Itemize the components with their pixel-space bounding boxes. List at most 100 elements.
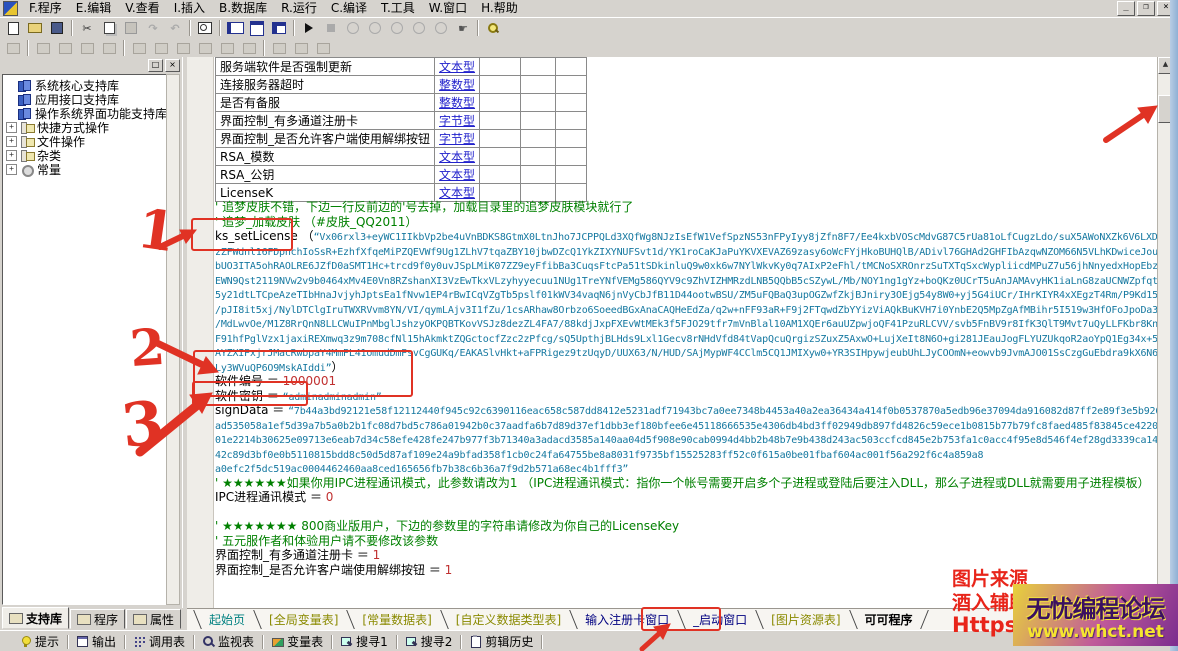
redo-button[interactable]: ↷ (143, 19, 163, 37)
menu-item-8[interactable]: T.工具 (374, 1, 422, 16)
sidebar-item-4[interactable]: + 快捷方式操作 (3, 120, 169, 135)
doc-tab-4[interactable]: [自定义数据类型表] (444, 609, 573, 630)
constant-name-cell[interactable]: 界面控制_有多通道注册卡 (214, 111, 436, 130)
open-file-button[interactable] (25, 19, 45, 37)
empty-cell[interactable] (555, 147, 588, 166)
empty-cell[interactable] (520, 129, 557, 148)
layout-left-button[interactable] (225, 19, 245, 37)
doc-tab-3[interactable]: [常量数据表] (350, 609, 443, 630)
expand-icon[interactable]: + (6, 135, 17, 147)
table-row[interactable]: RSA_模数 文本型 (214, 147, 588, 166)
constant-name-cell[interactable]: 是否有备服 (214, 93, 436, 112)
save-button[interactable] (47, 19, 67, 37)
find-window-button[interactable] (195, 19, 215, 37)
table-row[interactable]: RSA_公钥 文本型 (214, 165, 588, 184)
constant-type-cell[interactable]: 整数型 (434, 93, 481, 112)
table-row[interactable]: 服务端软件是否强制更新 文本型 (214, 57, 588, 76)
empty-cell[interactable] (555, 129, 588, 148)
constant-name-cell[interactable]: RSA_模数 (214, 147, 436, 166)
sidebar-item-5[interactable]: + 文件操作 (3, 134, 169, 149)
menu-item-9[interactable]: W.窗口 (422, 1, 474, 16)
bottom-tool-变量表[interactable]: 变量表 (266, 633, 329, 650)
empty-cell[interactable] (479, 183, 522, 202)
constant-type-cell[interactable]: 整数型 (434, 75, 481, 94)
empty-cell[interactable] (555, 93, 588, 112)
empty-cell[interactable] (479, 129, 522, 148)
restore-button[interactable]: ❐ (1137, 1, 1155, 16)
debug-button-1[interactable] (343, 19, 363, 37)
bottom-tool-搜寻2[interactable]: 搜寻2 (400, 633, 459, 650)
empty-cell[interactable] (555, 111, 588, 130)
empty-cell[interactable] (555, 183, 588, 202)
debug-button-2[interactable] (365, 19, 385, 37)
debug-button-3[interactable] (387, 19, 407, 37)
expand-icon[interactable]: + (6, 149, 17, 161)
sidebar-item-6[interactable]: + 杂类 (3, 148, 169, 163)
menu-item-4[interactable]: I.插入 (167, 1, 212, 16)
cut-button[interactable]: ✂ (77, 19, 97, 37)
constant-name-cell[interactable]: 服务端软件是否强制更新 (214, 57, 436, 76)
menu-item-10[interactable]: H.帮助 (474, 1, 525, 16)
empty-cell[interactable] (479, 165, 522, 184)
empty-cell[interactable] (520, 165, 557, 184)
constant-type-cell[interactable]: 文本型 (434, 183, 481, 202)
sidebar-item-7[interactable]: + 常量 (3, 162, 169, 177)
empty-cell[interactable] (479, 111, 522, 130)
constant-name-cell[interactable]: LicenseK (214, 183, 436, 202)
debug-button-5[interactable] (431, 19, 451, 37)
bottom-tool-输出[interactable]: 输出 (71, 633, 122, 650)
layout-top-button[interactable] (247, 19, 267, 37)
table-row[interactable]: 界面控制_有多通道注册卡 字节型 (214, 111, 588, 130)
bottom-tool-提示[interactable]: 提示 (14, 633, 65, 650)
doc-tab-6[interactable]: _启动窗口 (681, 609, 759, 630)
empty-cell[interactable] (479, 75, 522, 94)
constant-type-cell[interactable]: 文本型 (434, 57, 481, 76)
stop-button[interactable] (321, 19, 341, 37)
copy-button[interactable] (99, 19, 119, 37)
bottom-tool-剪辑历史[interactable]: 剪辑历史 (464, 633, 539, 650)
menu-item-3[interactable]: V.查看 (118, 1, 166, 16)
menu-item-7[interactable]: C.编译 (324, 1, 374, 16)
doc-tab-8[interactable]: 可可程序 (853, 609, 925, 630)
doc-tab-2[interactable]: [全局变量表] (257, 609, 350, 630)
empty-cell[interactable] (520, 147, 557, 166)
tree-scrollbar[interactable] (166, 74, 180, 605)
table-row[interactable]: LicenseK 文本型 (214, 183, 588, 202)
minimize-button[interactable]: _ (1117, 1, 1135, 16)
menu-item-6[interactable]: R.运行 (274, 1, 324, 16)
doc-tab-5[interactable]: 输入注册卡窗口 (573, 609, 681, 630)
search-button[interactable] (483, 19, 503, 37)
layout-grid-button[interactable] (269, 19, 289, 37)
undo-button[interactable]: ↶ (165, 19, 185, 37)
empty-cell[interactable] (520, 111, 557, 130)
empty-cell[interactable] (555, 57, 588, 76)
debug-button-4[interactable] (409, 19, 429, 37)
table-row[interactable]: 是否有备服 整数型 (214, 93, 588, 112)
empty-cell[interactable] (520, 183, 557, 202)
sidebar-tab-属性[interactable]: 属性 (126, 609, 182, 629)
run-button[interactable] (299, 19, 319, 37)
doc-tab-7[interactable]: [图片资源表] (759, 609, 852, 630)
bottom-tool-监视表[interactable]: 监视表 (197, 633, 260, 650)
empty-cell[interactable] (520, 93, 557, 112)
panel-close-icon[interactable]: × (165, 59, 180, 72)
doc-tab-1[interactable]: 起始页 (197, 609, 257, 630)
empty-cell[interactable] (520, 75, 557, 94)
constant-name-cell[interactable]: RSA_公钥 (214, 165, 436, 184)
empty-cell[interactable] (479, 147, 522, 166)
empty-cell[interactable] (520, 57, 557, 76)
expand-icon[interactable]: + (6, 121, 17, 133)
menu-item-1[interactable]: F.程序 (22, 1, 69, 16)
empty-cell[interactable] (479, 57, 522, 76)
code-lines[interactable]: ' 追梦皮肤不错，下边一行反前边的'号去掉，加载目录里的追梦皮肤模块就行了 ' 追… (215, 200, 1157, 577)
paste-button[interactable] (121, 19, 141, 37)
table-row[interactable]: 连接服务器超时 整数型 (214, 75, 588, 94)
table-row[interactable]: 界面控制_是否允许客户端使用解绑按钮 字节型 (214, 129, 588, 148)
constant-type-cell[interactable]: 文本型 (434, 165, 481, 184)
panel-float-icon[interactable]: □ (148, 59, 163, 72)
constant-type-cell[interactable]: 文本型 (434, 147, 481, 166)
empty-cell[interactable] (555, 165, 588, 184)
sidebar-tab-支持库[interactable]: 支持库 (2, 607, 70, 629)
menu-item-2[interactable]: E.编辑 (69, 1, 118, 16)
constant-type-cell[interactable]: 字节型 (434, 129, 481, 148)
